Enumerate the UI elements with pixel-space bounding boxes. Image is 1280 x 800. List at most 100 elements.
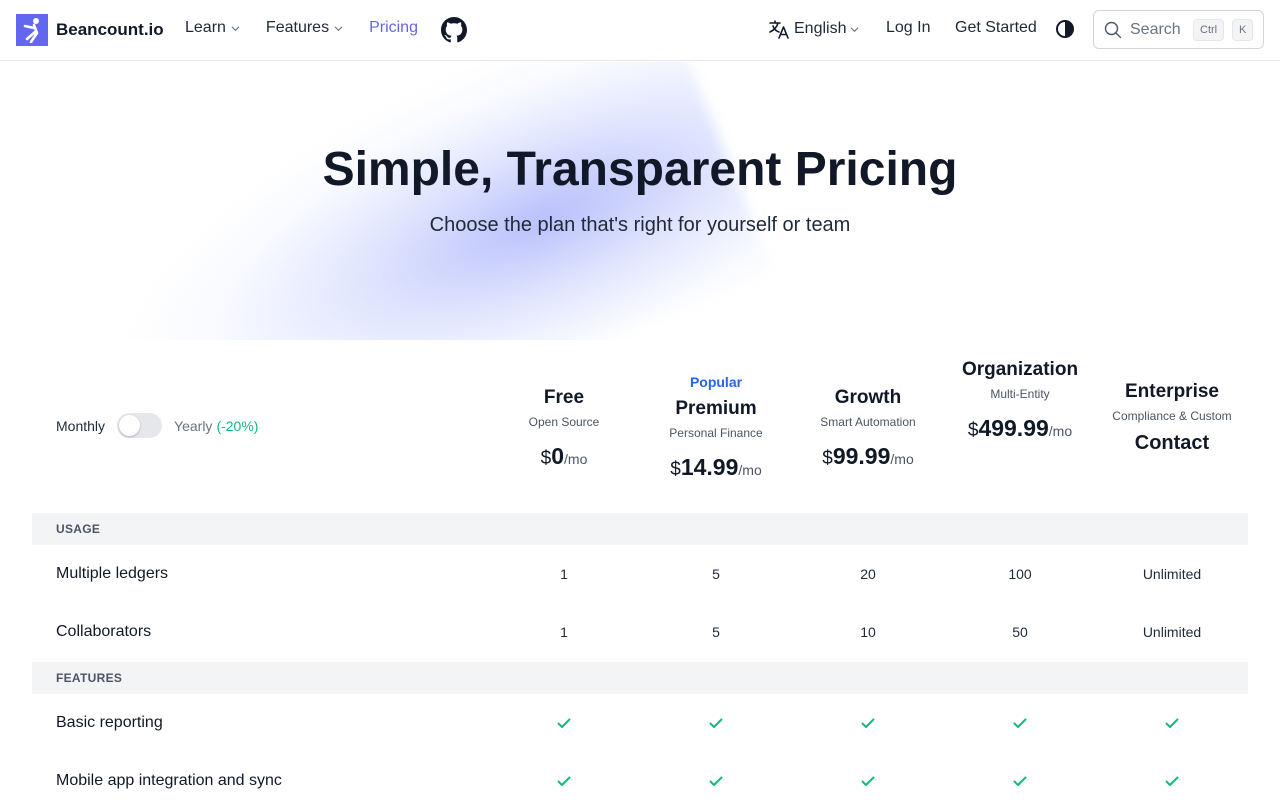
plan-description: Open Source xyxy=(528,414,600,429)
table-cell: 10 xyxy=(860,624,876,640)
nav-learn[interactable]: Learn xyxy=(185,19,240,37)
nav-learn-label: Learn xyxy=(185,19,226,36)
price-currency: $ xyxy=(822,447,833,469)
table-cell xyxy=(1122,752,1222,800)
nav-features[interactable]: Features xyxy=(266,19,343,37)
billing-period-switch[interactable] xyxy=(117,413,163,438)
nav-features-label: Features xyxy=(265,19,330,36)
table-cell xyxy=(666,752,766,800)
main-nav: Learn Features Pricing xyxy=(185,19,444,37)
check-icon xyxy=(557,776,571,786)
price-amount: 0 xyxy=(551,442,565,469)
price-period: /mo xyxy=(564,450,588,467)
table-cell: 5 xyxy=(712,624,720,640)
table-cell xyxy=(1122,694,1222,752)
plan-organization: Organization Multi-Entity $499.99/mo xyxy=(960,357,1080,447)
check-icon xyxy=(557,718,571,728)
chevron-down-icon xyxy=(851,26,859,32)
search-button[interactable]: Search Ctrl K xyxy=(1093,10,1264,49)
yearly-discount-badge: (-20%) xyxy=(216,417,259,434)
hero-background-glow xyxy=(60,62,800,340)
plan-growth: Growth Smart Automation $99.99/mo xyxy=(798,385,938,475)
table-cell: 5 xyxy=(712,566,720,582)
check-icon xyxy=(709,718,723,728)
table-cell xyxy=(514,752,614,800)
check-icon xyxy=(1165,776,1179,786)
top-navbar: Beancount.io Learn Features Pricing Engl… xyxy=(0,0,1280,61)
check-icon xyxy=(709,776,723,786)
check-icon xyxy=(861,776,875,786)
table-row: Collaborators 1 5 10 50 Unlimited xyxy=(32,603,1248,661)
table-row: Mobile app integration and sync xyxy=(32,752,1248,800)
check-icon xyxy=(1013,718,1027,728)
plan-description: Compliance & Custom xyxy=(1112,408,1232,423)
github-icon[interactable] xyxy=(441,17,467,43)
price-amount: 14.99 xyxy=(680,453,739,480)
plan-premium: Popular Premium Personal Finance $14.99/… xyxy=(646,374,786,486)
billing-period-toggle-group: Monthly Yearly (-20%) xyxy=(56,413,258,438)
plan-price: $14.99/mo xyxy=(646,449,786,486)
search-icon xyxy=(1104,21,1122,38)
plan-name: Premium xyxy=(675,398,757,419)
plan-price: $499.99/mo xyxy=(960,410,1080,447)
chevron-down-icon xyxy=(231,25,240,31)
price-amount: 499.99 xyxy=(978,414,1049,441)
table-row: Basic reporting xyxy=(32,694,1248,752)
check-icon xyxy=(1013,776,1027,786)
page-subtitle: Choose the plan that's right for yoursel… xyxy=(429,214,851,236)
price-period: /mo xyxy=(890,450,914,467)
search-placeholder: Search xyxy=(1130,20,1181,38)
table-cell: 50 xyxy=(1012,624,1028,640)
table-cell xyxy=(970,694,1070,752)
plan-name: Enterprise xyxy=(1125,381,1219,402)
plan-name: Free xyxy=(543,387,585,408)
price-currency: $ xyxy=(967,419,979,441)
language-label: English xyxy=(794,20,847,37)
plan-enterprise: Enterprise Compliance & Custom Contact xyxy=(1112,379,1232,455)
kbd-k: K xyxy=(1232,19,1254,41)
plan-price: $99.99/mo xyxy=(798,438,938,475)
price-currency: $ xyxy=(670,458,681,480)
row-label: Mobile app integration and sync xyxy=(56,772,282,789)
theme-toggle-icon[interactable] xyxy=(1055,19,1075,39)
table-cell: 100 xyxy=(1008,566,1032,582)
check-icon xyxy=(1165,718,1179,728)
row-label: Multiple ledgers xyxy=(56,565,169,582)
row-label: Collaborators xyxy=(56,623,152,640)
price-amount: 99.99 xyxy=(832,442,891,469)
login-link[interactable]: Log In xyxy=(886,19,930,37)
price-period: /mo xyxy=(1048,422,1073,439)
page-title: Simple, Transparent Pricing xyxy=(322,143,958,196)
row-label: Basic reporting xyxy=(56,714,163,731)
table-cell: 1 xyxy=(560,624,568,640)
brand-link[interactable]: Beancount.io xyxy=(16,14,164,46)
table-cell xyxy=(818,694,918,752)
table-cell: Unlimited xyxy=(1142,566,1202,582)
brand-name: Beancount.io xyxy=(56,20,164,39)
yearly-label[interactable]: Yearly xyxy=(174,418,212,434)
nav-pricing-label: Pricing xyxy=(369,19,418,36)
translate-icon xyxy=(769,20,789,39)
plan-description: Smart Automation xyxy=(820,414,916,429)
plan-description: Multi-Entity xyxy=(990,386,1050,401)
plan-name: Growth xyxy=(834,387,902,408)
table-cell: 20 xyxy=(860,566,876,582)
plan-name: Organization xyxy=(961,359,1079,380)
get-started-link[interactable]: Get Started xyxy=(955,19,1037,37)
table-row: Multiple ledgers 1 5 20 100 Unlimited xyxy=(32,545,1248,603)
table-cell xyxy=(818,752,918,800)
monthly-label[interactable]: Monthly xyxy=(56,418,105,434)
brand-logo-icon xyxy=(16,14,48,46)
plan-free: Free Open Source $0/mo xyxy=(494,385,634,475)
table-cell xyxy=(514,694,614,752)
table-cell: 1 xyxy=(560,566,568,582)
check-icon xyxy=(861,718,875,728)
language-selector[interactable]: English xyxy=(768,19,859,39)
price-period: /mo xyxy=(738,461,762,478)
popular-badge: Popular xyxy=(689,374,743,390)
section-header-features: FEATURES xyxy=(32,662,1248,694)
plan-price: $0/mo xyxy=(494,438,634,475)
contact-link[interactable]: Contact xyxy=(1112,432,1232,455)
kbd-ctrl: Ctrl xyxy=(1193,19,1225,41)
nav-pricing[interactable]: Pricing xyxy=(369,19,418,37)
